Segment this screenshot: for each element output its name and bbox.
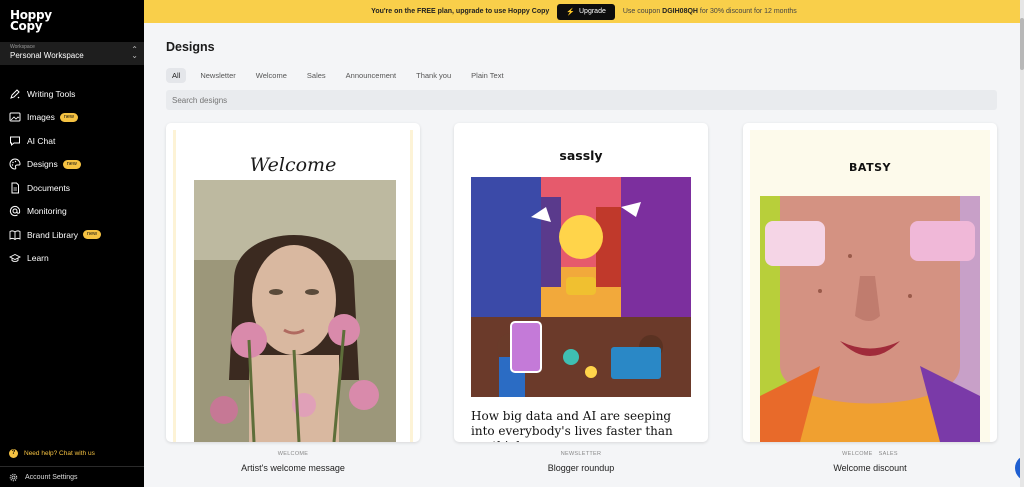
lightning-icon: ⚡ — [566, 8, 575, 16]
card-body-text: How big data and AI are seeping into eve… — [471, 409, 673, 442]
city-illustration-image — [471, 177, 691, 397]
sidebar-item-label: Learn — [27, 253, 49, 264]
coupon-prefix: Use coupon — [622, 8, 661, 15]
at-icon — [9, 206, 21, 217]
sidebar-item-learn[interactable]: Learn — [0, 247, 144, 271]
card-heading: sassly — [559, 148, 603, 163]
scrollbar-thumb[interactable] — [1020, 18, 1024, 70]
coupon-suffix: for 30% discount for 12 months — [699, 8, 797, 15]
app-root: Hoppy Copy Workspace Personal Workspace … — [0, 0, 1024, 487]
face-art-image — [760, 196, 980, 442]
sidebar-item-label: Writing Tools — [27, 88, 76, 99]
sidebar-item-label: AI Chat — [27, 135, 56, 146]
upgrade-label: Upgrade — [579, 8, 606, 15]
sidebar-item-label: Images — [27, 112, 55, 123]
pen-icon — [10, 89, 20, 99]
logo-line-2: Copy — [10, 19, 43, 33]
card-preview: Welcome — [173, 130, 413, 442]
portrait-image — [194, 180, 396, 442]
card-heading: BATSY — [849, 161, 891, 174]
page-title: Designs — [166, 40, 215, 54]
sidebar-item-label: Brand Library — [27, 229, 79, 240]
filter-thank-you[interactable]: Thank you — [410, 68, 457, 83]
gear-icon — [9, 473, 18, 481]
sidebar: Hoppy Copy Workspace Personal Workspace … — [0, 0, 144, 487]
palette-icon — [9, 158, 21, 170]
question-icon: ? — [9, 449, 18, 458]
scrollbar[interactable] — [1020, 0, 1024, 487]
filter-plain-text[interactable]: Plain Text — [465, 68, 509, 83]
help-chat-link[interactable]: ? Need help? Chat with us — [9, 449, 95, 458]
tag: NEWSLETTER — [560, 451, 602, 457]
chat-icon — [10, 136, 20, 146]
card-meta: NEWSLETTER Blogger roundup — [454, 451, 708, 473]
sidebar-item-label: Monitoring — [27, 206, 67, 217]
chevron-updown-icon: ⌃ ⌄ — [131, 45, 138, 60]
workspace-caption: Workspace — [10, 44, 35, 50]
book-icon — [9, 230, 21, 240]
ai-city-image — [471, 177, 691, 397]
image-icon — [9, 112, 21, 122]
card-name[interactable]: Welcome discount — [743, 463, 997, 473]
card-heading: Welcome — [249, 154, 337, 176]
card-name[interactable]: Artist's welcome message — [166, 463, 420, 473]
upgrade-banner: You're on the FREE plan, upgrade to use … — [144, 0, 1024, 23]
card-tags: NEWSLETTER — [454, 451, 708, 457]
filter-all[interactable]: All — [166, 68, 187, 83]
upgrade-button[interactable]: ⚡ Upgrade — [557, 3, 615, 20]
sidebar-nav: Writing Tools Images new AI Chat Designs… — [0, 82, 144, 270]
sidebar-item-images[interactable]: Images new — [0, 106, 144, 130]
sidebar-item-designs[interactable]: Designs new — [0, 153, 144, 177]
account-settings-label: Account Settings — [25, 473, 78, 481]
tag: SALES — [878, 451, 898, 457]
filter-announcement[interactable]: Announcement — [340, 68, 402, 83]
coupon-code: DGIH08QH — [662, 8, 698, 15]
sidebar-item-ai-chat[interactable]: AI Chat — [0, 129, 144, 153]
filter-welcome[interactable]: Welcome — [250, 68, 293, 83]
new-badge: new — [62, 159, 81, 169]
card-name[interactable]: Blogger roundup — [454, 463, 708, 473]
help-text: Need help? Chat with us — [24, 450, 95, 457]
design-card-blogger-roundup[interactable]: sassly How big data and AI are seeping i… — [454, 123, 708, 442]
card-meta: WELCOME SALES Welcome discount — [743, 451, 997, 473]
main-area: You're on the FREE plan, upgrade to use … — [144, 0, 1024, 487]
colorful-face-image — [760, 196, 980, 442]
sidebar-item-label: Designs — [27, 159, 58, 170]
sidebar-item-monitoring[interactable]: Monitoring — [0, 200, 144, 224]
filter-tabs: All Newsletter Welcome Sales Announcemen… — [166, 68, 518, 83]
woman-with-flowers-image — [194, 180, 396, 442]
search-input[interactable] — [166, 90, 997, 110]
graduation-icon — [9, 254, 21, 263]
card-preview: BATSY — [750, 130, 990, 442]
sidebar-item-documents[interactable]: Documents — [0, 176, 144, 200]
card-tags: WELCOME — [166, 451, 420, 457]
tag: WELCOME — [842, 451, 873, 457]
card-meta: WELCOME Artist's welcome message — [166, 451, 420, 473]
filter-sales[interactable]: Sales — [301, 68, 332, 83]
sidebar-item-label: Documents — [27, 182, 70, 193]
tag: WELCOME — [277, 451, 309, 457]
design-card-artists-welcome[interactable]: Welcome — [166, 123, 420, 442]
document-icon — [11, 182, 19, 194]
new-badge: new — [59, 112, 78, 122]
design-card-welcome-discount[interactable]: BATSY — [743, 123, 997, 442]
sidebar-item-writing-tools[interactable]: Writing Tools — [0, 82, 144, 106]
sidebar-item-brand-library[interactable]: Brand Library new — [0, 223, 144, 247]
filter-newsletter[interactable]: Newsletter — [194, 68, 241, 83]
card-tags: WELCOME SALES — [743, 451, 997, 457]
workspace-selector[interactable]: Workspace Personal Workspace ⌃ ⌄ — [0, 42, 144, 65]
banner-text: You're on the FREE plan, upgrade to use … — [371, 8, 550, 15]
logo[interactable]: Hoppy Copy — [10, 9, 52, 33]
account-settings-button[interactable]: Account Settings — [0, 466, 144, 487]
new-badge: new — [83, 230, 102, 240]
workspace-name: Personal Workspace — [10, 51, 84, 60]
